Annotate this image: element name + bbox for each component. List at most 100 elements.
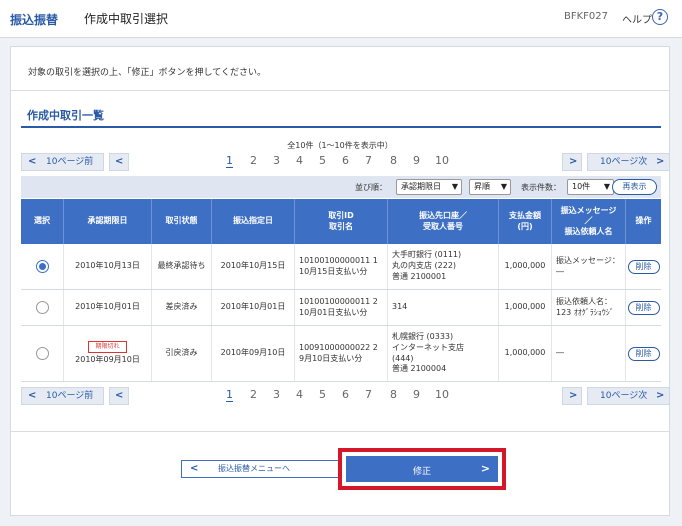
select-radio[interactable]	[35, 260, 49, 273]
cell-message: 振込メッセージ： ―	[552, 244, 626, 289]
page-number-9[interactable]: 9	[413, 388, 420, 401]
message-text: ―	[556, 348, 564, 358]
cell-transfer-date: 2010年10月01日	[212, 290, 295, 325]
page-number-10[interactable]: 10	[435, 154, 449, 167]
dropdown-arrow-icon: ▼	[603, 182, 610, 191]
page-number-4[interactable]: 4	[296, 154, 303, 167]
table-row: 期限切れ 2010年09月10日 引戻済み 2010年09月10日 1009100000…	[21, 326, 661, 382]
cell-amount: 1,000,000	[499, 290, 552, 325]
modify-button[interactable]: 修正 >	[346, 456, 498, 482]
chevron-right-icon: >	[569, 156, 578, 167]
dropdown-arrow-icon: ▼	[500, 182, 507, 191]
next-page-button[interactable]: >	[562, 153, 582, 171]
next-10-pages-button[interactable]: 10ページ次 >	[587, 387, 670, 405]
tx-id-name-text: 10100100000011 2 10月01日支払い分	[299, 296, 378, 317]
order-value: 昇順	[474, 182, 490, 191]
header: 振込振替 作成中取引選択 BFKF027 ヘルプ ?	[0, 0, 682, 38]
page-number-8[interactable]: 8	[390, 388, 397, 401]
page-number-2[interactable]: 2	[250, 388, 257, 401]
pager-top: < 10ページ前 < 1 2 3 4 5 6 7 8 9 10 > 10ページ次 >	[21, 153, 670, 171]
select-radio[interactable]	[35, 347, 49, 360]
cell-action: 削除	[626, 326, 661, 381]
main-panel: 対象の取引を選択の上、「修正」ボタンを押してください。 作成中取引一覧 全10件…	[10, 46, 670, 516]
page-number-8[interactable]: 8	[390, 154, 397, 167]
delete-button[interactable]: 削除	[627, 300, 660, 315]
back-to-menu-label: 振込振替メニューへ	[218, 464, 290, 473]
tx-id-name-text: 10100100000011 1 10月15日支払い分	[299, 255, 378, 276]
dest-text: 大手町銀行 (0111) 丸の内支店 (222) 普通 2100001	[392, 250, 462, 281]
header-select: 選択	[21, 199, 64, 244]
chevron-right-icon: >	[480, 462, 490, 475]
prev-10-pages-button[interactable]: < 10ページ前	[21, 153, 104, 171]
header-tx-id-name: 取引ID 取引名	[295, 199, 388, 244]
page-number-5[interactable]: 5	[319, 154, 326, 167]
pager-bottom: < 10ページ前 < 1 2 3 4 5 6 7 8 9 10 > 10ページ次 >	[21, 387, 670, 405]
page-number-6[interactable]: 6	[342, 154, 349, 167]
approval-date-text: 2010年09月10日	[75, 355, 140, 365]
cell-dest: 大手町銀行 (0111) 丸の内支店 (222) 普通 2100001	[388, 244, 499, 289]
amount-text: 1,000,000	[504, 261, 546, 271]
header-action: 操作	[635, 216, 652, 226]
approval-date-text: 2010年10月13日	[75, 261, 140, 271]
result-count: 全10件（1〜10件を表示中）	[287, 141, 393, 150]
section-underline	[21, 126, 661, 128]
next-10-pages-button[interactable]: 10ページ次 >	[587, 153, 670, 171]
page-number-7[interactable]: 7	[365, 154, 372, 167]
prev-10-pages-button[interactable]: < 10ページ前	[21, 387, 104, 405]
page-number-7[interactable]: 7	[365, 388, 372, 401]
status-text: 引戻済み	[165, 348, 198, 358]
page-number-9[interactable]: 9	[413, 154, 420, 167]
header-message: 振込メッセージ ／ 振込依頼人名	[552, 199, 626, 244]
prev-page-button[interactable]: <	[109, 387, 129, 405]
sort-value: 承認期限日	[401, 182, 441, 191]
page-number-3[interactable]: 3	[273, 388, 280, 401]
cell-action: 削除	[626, 290, 661, 325]
header-amount: 支払金額 (円)	[499, 199, 552, 244]
cell-tx-id-name: 10091000000022 2 9月10日支払い分	[295, 326, 388, 381]
delete-button[interactable]: 削除	[627, 346, 660, 361]
cell-amount: 1,000,000	[499, 326, 552, 381]
table-header: 選択 承認期限日 取引状態 振込指定日 取引ID 取引名 振込先口座／ 受取人番…	[21, 199, 661, 244]
chevron-left-icon: <	[115, 156, 124, 167]
help-icon[interactable]: ?	[652, 9, 668, 25]
back-to-menu-button[interactable]: < 振込振替メニューへ	[181, 460, 341, 478]
cell-transfer-date: 2010年10月15日	[212, 244, 295, 289]
sort-select[interactable]: 承認期限日 ▼	[396, 179, 462, 195]
screen-code: BFKF027	[564, 11, 609, 22]
message-text: 振込依頼人名： 123 ｵｵｸﾞﾗｼｮｳｼﾞ	[556, 296, 614, 317]
page-number-1[interactable]: 1	[226, 388, 233, 402]
transfer-date-text: 2010年09月10日	[220, 348, 286, 358]
cell-dest: 314	[388, 290, 499, 325]
page-number-4[interactable]: 4	[296, 388, 303, 401]
approval-date-wrap: 2010年10月13日	[75, 261, 140, 272]
next-10-pages-label: 10ページ次	[600, 157, 648, 167]
select-radio[interactable]	[35, 301, 49, 314]
page-number-5[interactable]: 5	[319, 388, 326, 401]
page-title: 作成中取引選択	[84, 12, 169, 26]
prev-page-button[interactable]: <	[109, 153, 129, 171]
prev-10-pages-label: 10ページ前	[46, 391, 94, 401]
approval-date-wrap: 2010年10月01日	[75, 302, 140, 313]
page-number-10[interactable]: 10	[435, 388, 449, 401]
amount-text: 1,000,000	[504, 348, 546, 358]
approval-date-wrap: 期限切れ 2010年09月10日	[75, 341, 140, 366]
page-number-6[interactable]: 6	[342, 388, 349, 401]
tx-id-name-text: 10091000000022 2 9月10日支払い分	[299, 342, 378, 363]
section-title: 作成中取引一覧	[27, 109, 104, 122]
help-link[interactable]: ヘルプ	[622, 11, 652, 26]
order-select[interactable]: 昇順 ▼	[469, 179, 511, 195]
delete-button[interactable]: 削除	[627, 259, 660, 274]
page-number-3[interactable]: 3	[273, 154, 280, 167]
cell-dest: 札幌銀行 (0333) インターネット支店 (444) 普通 2100004	[388, 326, 499, 381]
table-row: 2010年10月13日 最終承認待ち 2010年10月15日 101001000000…	[21, 244, 661, 290]
cell-message: ―	[552, 326, 626, 381]
chevron-right-icon: >	[656, 156, 665, 167]
per-page-select[interactable]: 10件 ▼	[567, 179, 614, 195]
next-page-button[interactable]: >	[562, 387, 582, 405]
page-number-1[interactable]: 1	[226, 154, 233, 168]
expired-badge: 期限切れ	[88, 341, 127, 354]
page-number-2[interactable]: 2	[250, 154, 257, 167]
chevron-left-icon: <	[190, 463, 199, 474]
transfer-date-text: 2010年10月01日	[220, 302, 286, 312]
redisplay-button[interactable]: 再表示	[612, 179, 657, 195]
